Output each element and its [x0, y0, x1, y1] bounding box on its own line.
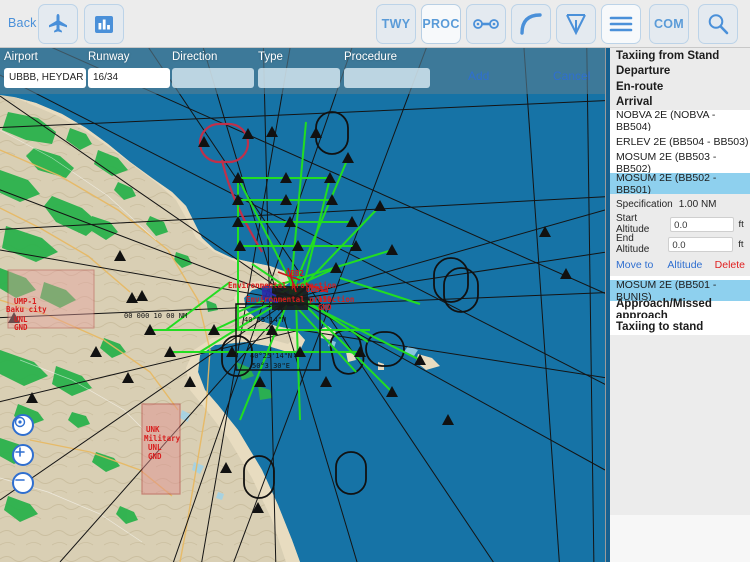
sidebar-item-approach-missed-approach[interactable]: Approach/Missed approach	[610, 298, 750, 322]
sidebar-rows: Taxiing from Stand Departure En-route Ar…	[610, 48, 750, 515]
svg-text:UNK: UNK	[146, 425, 160, 434]
sidebar-item-en-route[interactable]: En-route	[610, 79, 750, 95]
svg-text:UBB10: UBB10	[306, 285, 329, 294]
dumbbell-icon	[473, 19, 499, 29]
sidebar-item-taxiing-to-stand[interactable]: Taxiing to stand	[610, 318, 750, 335]
delete-button[interactable]: Delete	[715, 259, 745, 271]
segment-row-nobva-2e[interactable]: NOBVA 2E (NOBVA - BB504)	[610, 108, 750, 133]
airplane-icon	[49, 14, 67, 33]
minus-icon	[15, 479, 25, 481]
segment-label: NOBVA 2E (NOBVA - BB504)	[616, 108, 716, 133]
funnel-icon	[566, 14, 586, 36]
svg-text:40°25'14"N: 40°25'14"N	[250, 352, 292, 360]
specification-value: 1.00 NM	[678, 198, 717, 210]
add-button[interactable]: Add	[468, 69, 489, 83]
search-button[interactable]	[698, 4, 738, 44]
svg-text:Military: Military	[144, 434, 181, 443]
procedure-input[interactable]	[344, 68, 430, 88]
com-label: COM	[653, 17, 685, 31]
runway-input[interactable]: 16/34	[88, 68, 170, 88]
back-button[interactable]: Back	[8, 16, 37, 30]
start-altitude-row: Start Altitude 0.0 ft	[610, 213, 750, 235]
zoom-in-button[interactable]	[12, 444, 34, 466]
phase-label: Taxiing from Stand	[616, 49, 720, 62]
segment-label: MOSUM 2E (BB502 - BB501)	[616, 171, 717, 196]
hamburger-icon	[609, 16, 633, 32]
type-input[interactable]	[258, 68, 340, 88]
start-altitude-unit: ft	[738, 218, 744, 230]
chart-button[interactable]	[84, 4, 124, 44]
specification-row: Specification 1.00 NM	[610, 194, 750, 214]
turn-button[interactable]	[511, 4, 551, 44]
funnel-button[interactable]	[556, 4, 596, 44]
bar-chart-icon	[95, 16, 113, 33]
curve-icon	[520, 13, 542, 35]
segment-row-mosum-2e-bb503[interactable]: MOSUM 2E (BB503 - BB502)	[610, 151, 750, 175]
end-altitude-unit: ft	[738, 238, 744, 250]
top-toolbar: Back TWY PROC COM	[0, 0, 750, 48]
svg-text:Baku city: Baku city	[6, 305, 47, 314]
svg-text:00 000 10 00 NM: 00 000 10 00 NM	[124, 312, 187, 320]
svg-text:GND: GND	[318, 303, 332, 312]
type-label: Type	[258, 51, 283, 63]
segment-label: ERLEV 2E (BB504 - BB503)	[616, 135, 749, 148]
airport-input[interactable]: UBBB, HEYDAR ALI...	[4, 68, 86, 88]
app-root: Environmental protection Environmental p…	[0, 0, 750, 562]
end-altitude-row: End Altitude 0.0 ft	[610, 233, 750, 255]
cancel-button[interactable]: Cancel	[553, 69, 590, 83]
proc-label: PROC	[422, 17, 460, 31]
sidebar-empty-area	[610, 335, 750, 515]
segment-row-mosum-2e-bb502-selected[interactable]: MOSUM 2E (BB502 - BB501)	[610, 171, 750, 196]
proc-button[interactable]: PROC	[421, 4, 461, 44]
svg-text:GND: GND	[148, 452, 162, 461]
svg-text:UNL: UNL	[148, 443, 162, 452]
twy-label: TWY	[381, 17, 411, 31]
procedure-sidebar: Taxiing from Stand Departure En-route Ar…	[605, 48, 750, 562]
phase-label: Taxiing to stand	[616, 320, 704, 333]
runway-label: Runway	[88, 51, 130, 63]
segment-button[interactable]	[466, 4, 506, 44]
target-icon	[14, 416, 26, 428]
svg-text:50°3'30"E: 50°3'30"E	[252, 362, 290, 370]
svg-text:GND: GND	[14, 323, 28, 332]
procedure-form-bar: Airport Runway Direction Type Procedure …	[0, 48, 605, 94]
airport-label: Airport	[4, 51, 38, 63]
phase-label: En-route	[616, 80, 664, 93]
procedure-label: Procedure	[344, 51, 398, 63]
direction-label: Direction	[172, 51, 218, 63]
menu-button[interactable]	[601, 4, 641, 44]
search-icon	[708, 14, 729, 35]
start-altitude-label: Start Altitude	[616, 213, 650, 235]
end-altitude-input[interactable]: 0.0	[668, 236, 734, 252]
sidebar-item-taxiing-from-stand[interactable]: Taxiing from Stand	[610, 48, 750, 64]
plus-icon	[15, 447, 25, 457]
svg-text:Environmental protection: Environmental protection	[246, 295, 354, 304]
zoom-out-button[interactable]	[12, 472, 34, 494]
end-altitude-label: End Altitude	[616, 233, 650, 255]
segment-row-erlev-2e[interactable]: ERLEV 2E (BB504 - BB503)	[610, 131, 750, 152]
svg-text:UBB2: UBB2	[286, 269, 304, 278]
start-altitude-input[interactable]: 0.0	[670, 216, 734, 232]
direction-input[interactable]	[172, 68, 254, 88]
com-button[interactable]: COM	[649, 4, 689, 44]
phase-label: Departure	[616, 65, 671, 78]
segment-actions-row: Move to Altitude Delete	[610, 254, 750, 276]
aircraft-button[interactable]	[38, 4, 78, 44]
svg-text:40°25'14"N: 40°25'14"N	[244, 316, 286, 324]
specification-label: Specification	[616, 198, 673, 210]
twy-button[interactable]: TWY	[376, 4, 416, 44]
phase-label: Arrival	[616, 96, 653, 109]
locate-button[interactable]	[12, 414, 34, 436]
move-to-button[interactable]: Move to	[616, 259, 653, 271]
sidebar-item-departure[interactable]: Departure	[610, 63, 750, 79]
altitude-button[interactable]: Altitude	[667, 259, 702, 271]
